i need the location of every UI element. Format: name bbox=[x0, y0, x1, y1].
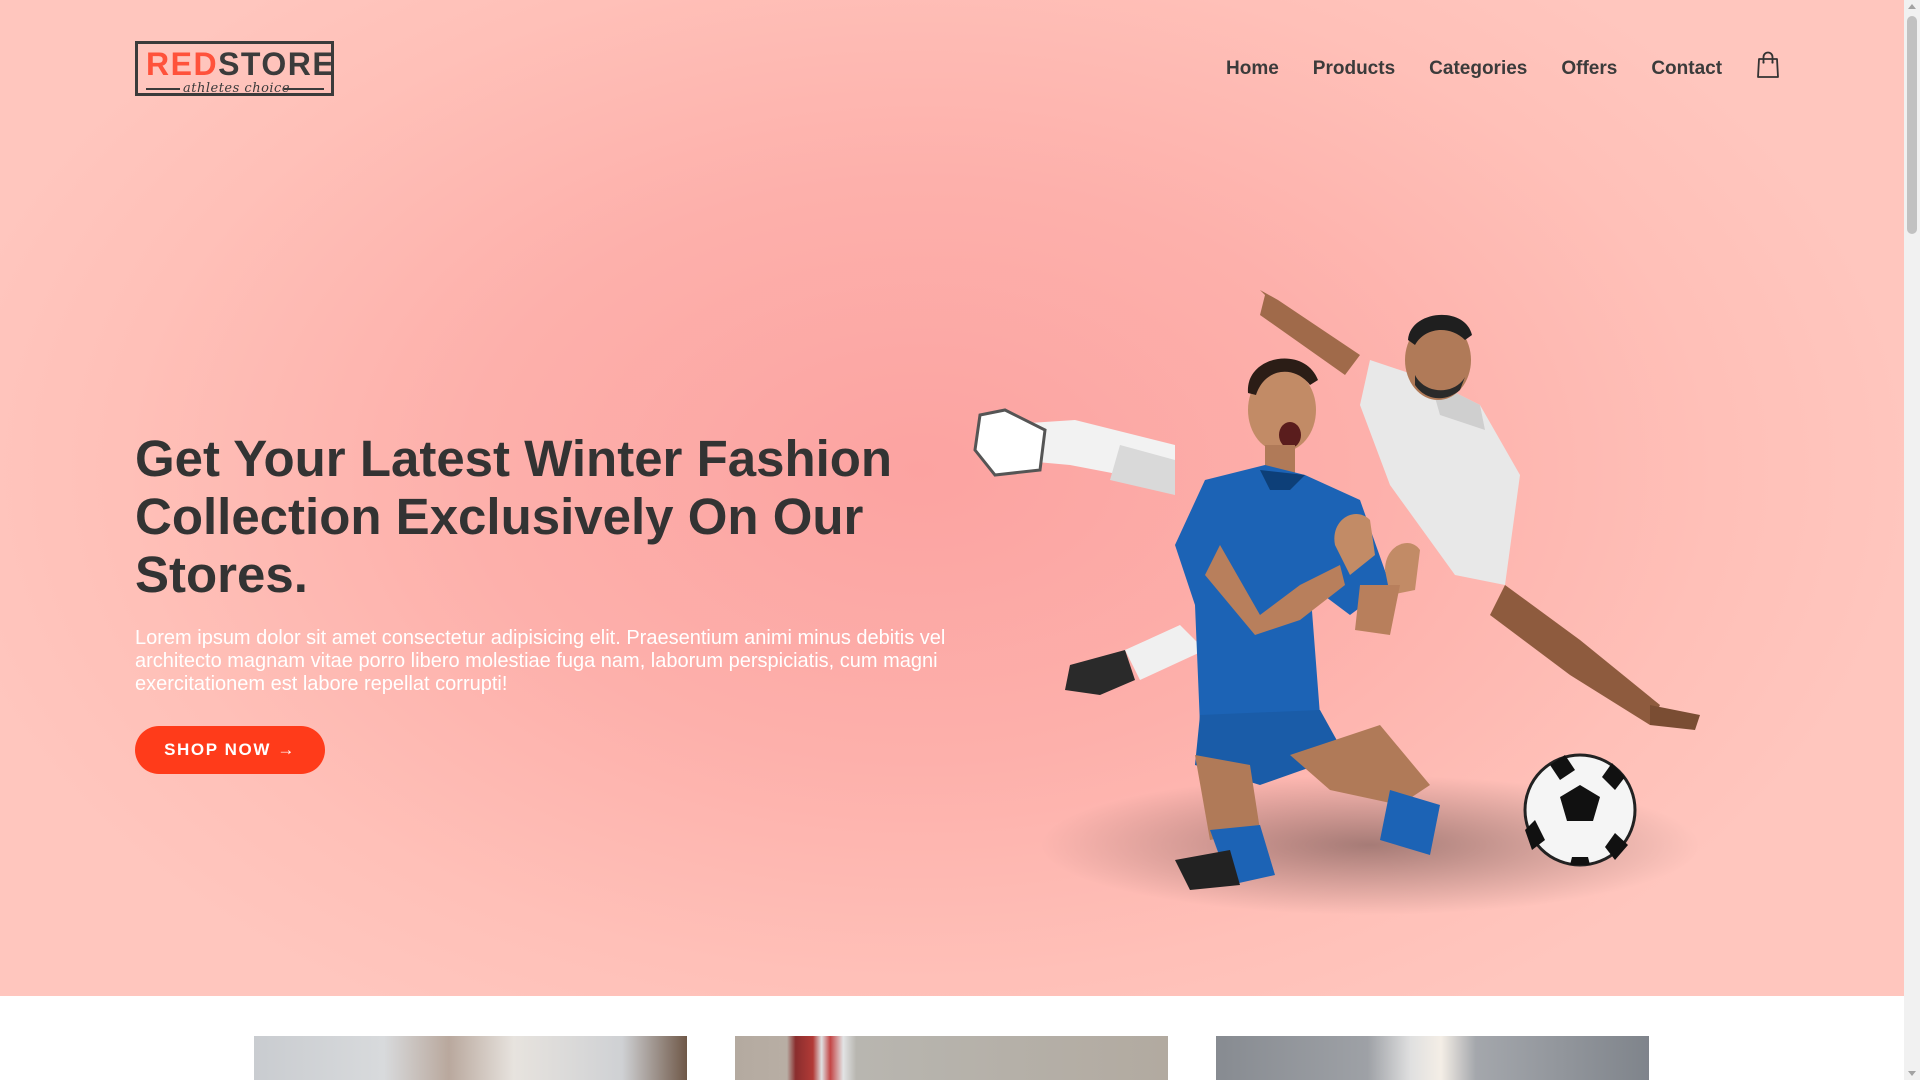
nav-home[interactable]: Home bbox=[1226, 58, 1279, 80]
logo-divider-right bbox=[284, 88, 324, 90]
shopping-bag-icon[interactable] bbox=[1756, 51, 1780, 79]
scrollbar-thumb[interactable] bbox=[1907, 16, 1917, 234]
logo-wordmark: REDSTORE bbox=[146, 46, 335, 82]
nav-offers[interactable]: Offers bbox=[1561, 58, 1617, 80]
category-image-2[interactable] bbox=[735, 1036, 1168, 1080]
redstore-logo[interactable]: REDSTORE athletes choice bbox=[135, 41, 334, 96]
logo-tagline: athletes choice bbox=[183, 81, 291, 96]
logo-red-text: RED bbox=[146, 46, 219, 82]
logo-divider-left bbox=[146, 88, 180, 90]
nav-contact[interactable]: Contact bbox=[1651, 58, 1722, 80]
hero-headline: Get Your Latest Winter Fashion Collectio… bbox=[135, 430, 893, 603]
scroll-up-arrow-icon[interactable] bbox=[1908, 4, 1916, 9]
main-nav: Home Products Categories Offers Contact bbox=[1226, 51, 1780, 80]
hero-description: Lorem ipsum dolor sit amet consectetur a… bbox=[135, 627, 946, 695]
scroll-down-arrow-icon[interactable] bbox=[1908, 1071, 1916, 1076]
soccer-ball-figure bbox=[1523, 753, 1637, 867]
nav-categories[interactable]: Categories bbox=[1429, 58, 1527, 80]
category-image-3[interactable] bbox=[1216, 1036, 1649, 1080]
logo-dark-text: STORE bbox=[218, 46, 336, 82]
category-image-1[interactable] bbox=[254, 1036, 687, 1080]
shop-now-button[interactable]: SHOP NOW → bbox=[135, 726, 325, 774]
football-players-image bbox=[973, 290, 1700, 915]
nav-products[interactable]: Products bbox=[1313, 58, 1395, 80]
hero-section: REDSTORE athletes choice Home Products C… bbox=[0, 0, 1904, 996]
page-scrollbar[interactable] bbox=[1904, 0, 1920, 1080]
